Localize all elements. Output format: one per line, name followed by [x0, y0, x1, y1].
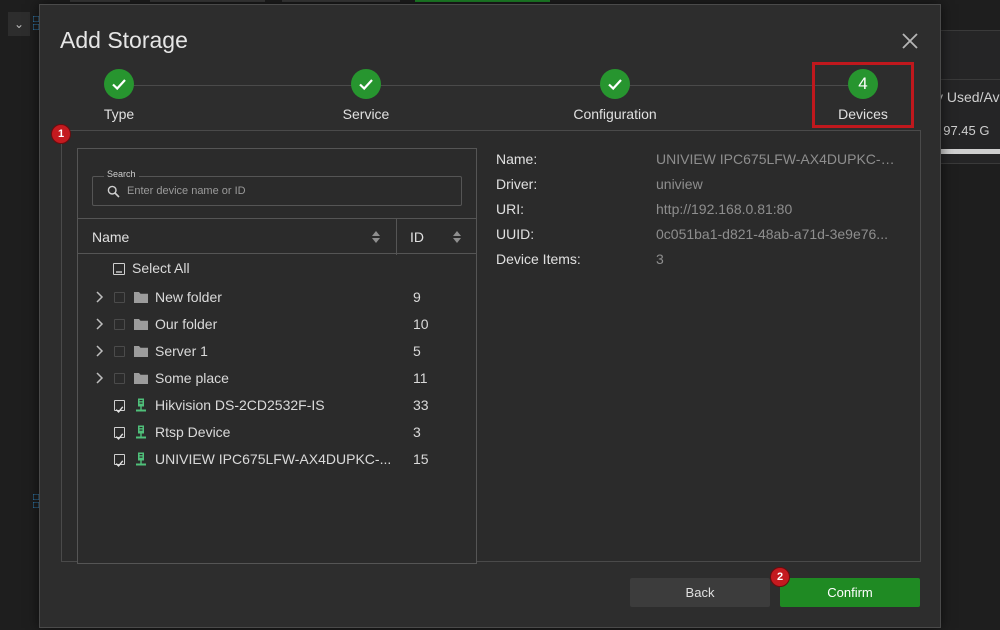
device-icon [136, 425, 146, 439]
row-id: 10 [413, 316, 429, 332]
tree-row-device[interactable]: Rtsp Device 3 [78, 419, 476, 446]
row-label: Server 1 [155, 343, 208, 359]
step-label: Configuration [573, 106, 657, 122]
select-all-label: Select All [132, 260, 190, 276]
column-name-header[interactable]: Name [92, 229, 129, 245]
background-tab[interactable] [282, 0, 400, 2]
select-all-row[interactable]: Select All [78, 257, 476, 284]
step-complete-check-icon [104, 69, 134, 99]
background-tab[interactable] [150, 0, 265, 2]
folder-icon [134, 319, 148, 330]
row-id: 9 [413, 289, 421, 305]
detail-key: Name: [496, 151, 538, 167]
background-collapse-chevron-icon[interactable]: ⌄ [8, 12, 30, 36]
devices-step-content: Search Name ID [61, 130, 921, 564]
dialog-title: Add Storage [60, 27, 188, 53]
row-label: Hikvision DS-2CD2532F-IS [155, 397, 325, 413]
sort-icon[interactable] [453, 230, 461, 244]
add-storage-dialog: Add Storage Type Service Configuration 4… [39, 4, 941, 628]
detail-row-driver: Driver: uniview [496, 176, 906, 201]
detail-value: 3 [656, 251, 664, 267]
row-label: Our folder [155, 316, 218, 332]
back-button[interactable]: Back [630, 578, 770, 607]
device-icon [136, 398, 146, 412]
confirm-button[interactable]: Confirm [780, 578, 920, 607]
row-checkbox[interactable] [114, 346, 125, 357]
detail-value: 0c051ba1-d821-48ab-a71d-3e9e76... [656, 226, 888, 242]
chevron-right-icon[interactable] [94, 344, 104, 358]
row-label: Some place [155, 370, 229, 386]
step-service[interactable]: Service [306, 69, 426, 122]
row-checkbox-checked[interactable] [114, 454, 125, 468]
row-id: 11 [413, 370, 428, 386]
tree-row-folder[interactable]: New folder 9 [78, 284, 476, 311]
background-storage-panel: y Used/Av / 97.45 G [940, 30, 1000, 164]
search-label: Search [104, 169, 139, 179]
detail-value: uniview [656, 176, 703, 192]
folder-icon [134, 373, 148, 384]
background-usage-value: / 97.45 G [940, 123, 990, 138]
step-complete-check-icon [600, 69, 630, 99]
column-id-header[interactable]: ID [410, 229, 424, 245]
tree-column-header: Name ID [78, 218, 476, 255]
chevron-right-icon[interactable] [94, 317, 104, 331]
row-checkbox[interactable] [114, 373, 125, 384]
detail-row-uuid: UUID: 0c051ba1-d821-48ab-a71d-3e9e76... [496, 226, 906, 251]
row-checkbox-checked[interactable] [114, 400, 125, 414]
detail-row-uri: URI: http://192.168.0.81:80 [496, 201, 906, 226]
background-tab[interactable] [70, 0, 130, 2]
row-id: 5 [413, 343, 421, 359]
detail-key: Driver: [496, 176, 538, 192]
row-label: New folder [155, 289, 222, 305]
chevron-right-icon[interactable] [94, 290, 104, 304]
search-input[interactable] [127, 182, 452, 200]
callout-badge: 1 [51, 124, 71, 144]
step-type[interactable]: Type [59, 69, 179, 122]
tree-row-folder[interactable]: Some place 11 [78, 365, 476, 392]
folder-icon [134, 346, 148, 357]
tree-row-device[interactable]: Hikvision DS-2CD2532F-IS 33 [78, 392, 476, 419]
tree-row-folder[interactable]: Server 1 5 [78, 338, 476, 365]
detail-value: UNIVIEW IPC675LFW-AX4DUPKC-VG [656, 151, 896, 167]
detail-row-device-items: Device Items: 3 [496, 251, 906, 276]
background-usage-bar [940, 149, 1000, 154]
close-icon [902, 33, 918, 49]
device-details: Name: UNIVIEW IPC675LFW-AX4DUPKC-VG Driv… [496, 151, 906, 276]
close-button[interactable] [898, 29, 922, 53]
step-configuration[interactable]: Configuration [555, 69, 675, 122]
detail-key: UUID: [496, 226, 535, 242]
device-tree-panel: Search Name ID [77, 148, 477, 564]
row-id: 33 [413, 397, 429, 413]
detail-key: Device Items: [496, 251, 581, 267]
row-checkbox[interactable] [114, 319, 125, 330]
background-column-header: y Used/Av [940, 79, 1000, 113]
sort-icon[interactable] [372, 230, 380, 244]
row-id: 15 [413, 451, 429, 467]
stepper-track [120, 85, 865, 86]
detail-row-name: Name: UNIVIEW IPC675LFW-AX4DUPKC-VG [496, 151, 906, 176]
row-checkbox[interactable] [114, 292, 125, 303]
chevron-right-icon[interactable] [94, 371, 104, 385]
row-checkbox-checked[interactable] [114, 427, 125, 441]
row-label: UNIVIEW IPC675LFW-AX4DUPKC-... [155, 451, 392, 467]
background-tab-active[interactable] [415, 0, 550, 2]
row-id: 3 [413, 424, 421, 440]
column-divider[interactable] [396, 219, 397, 255]
detail-value: http://192.168.0.81:80 [656, 201, 793, 217]
step-label: Service [342, 106, 390, 122]
active-step-highlight [812, 62, 914, 128]
tree-row-folder[interactable]: Our folder 10 [78, 311, 476, 338]
callout-badge: 2 [770, 567, 790, 587]
step-label: Type [103, 106, 135, 122]
folder-icon [134, 292, 148, 303]
device-icon [136, 452, 146, 466]
search-field: Search [92, 169, 462, 206]
search-icon [107, 185, 120, 198]
row-label: Rtsp Device [155, 424, 231, 440]
detail-key: URI: [496, 201, 524, 217]
tree-row-device[interactable]: UNIVIEW IPC675LFW-AX4DUPKC-... 15 [78, 446, 476, 473]
select-all-checkbox[interactable] [113, 263, 125, 275]
step-complete-check-icon [351, 69, 381, 99]
